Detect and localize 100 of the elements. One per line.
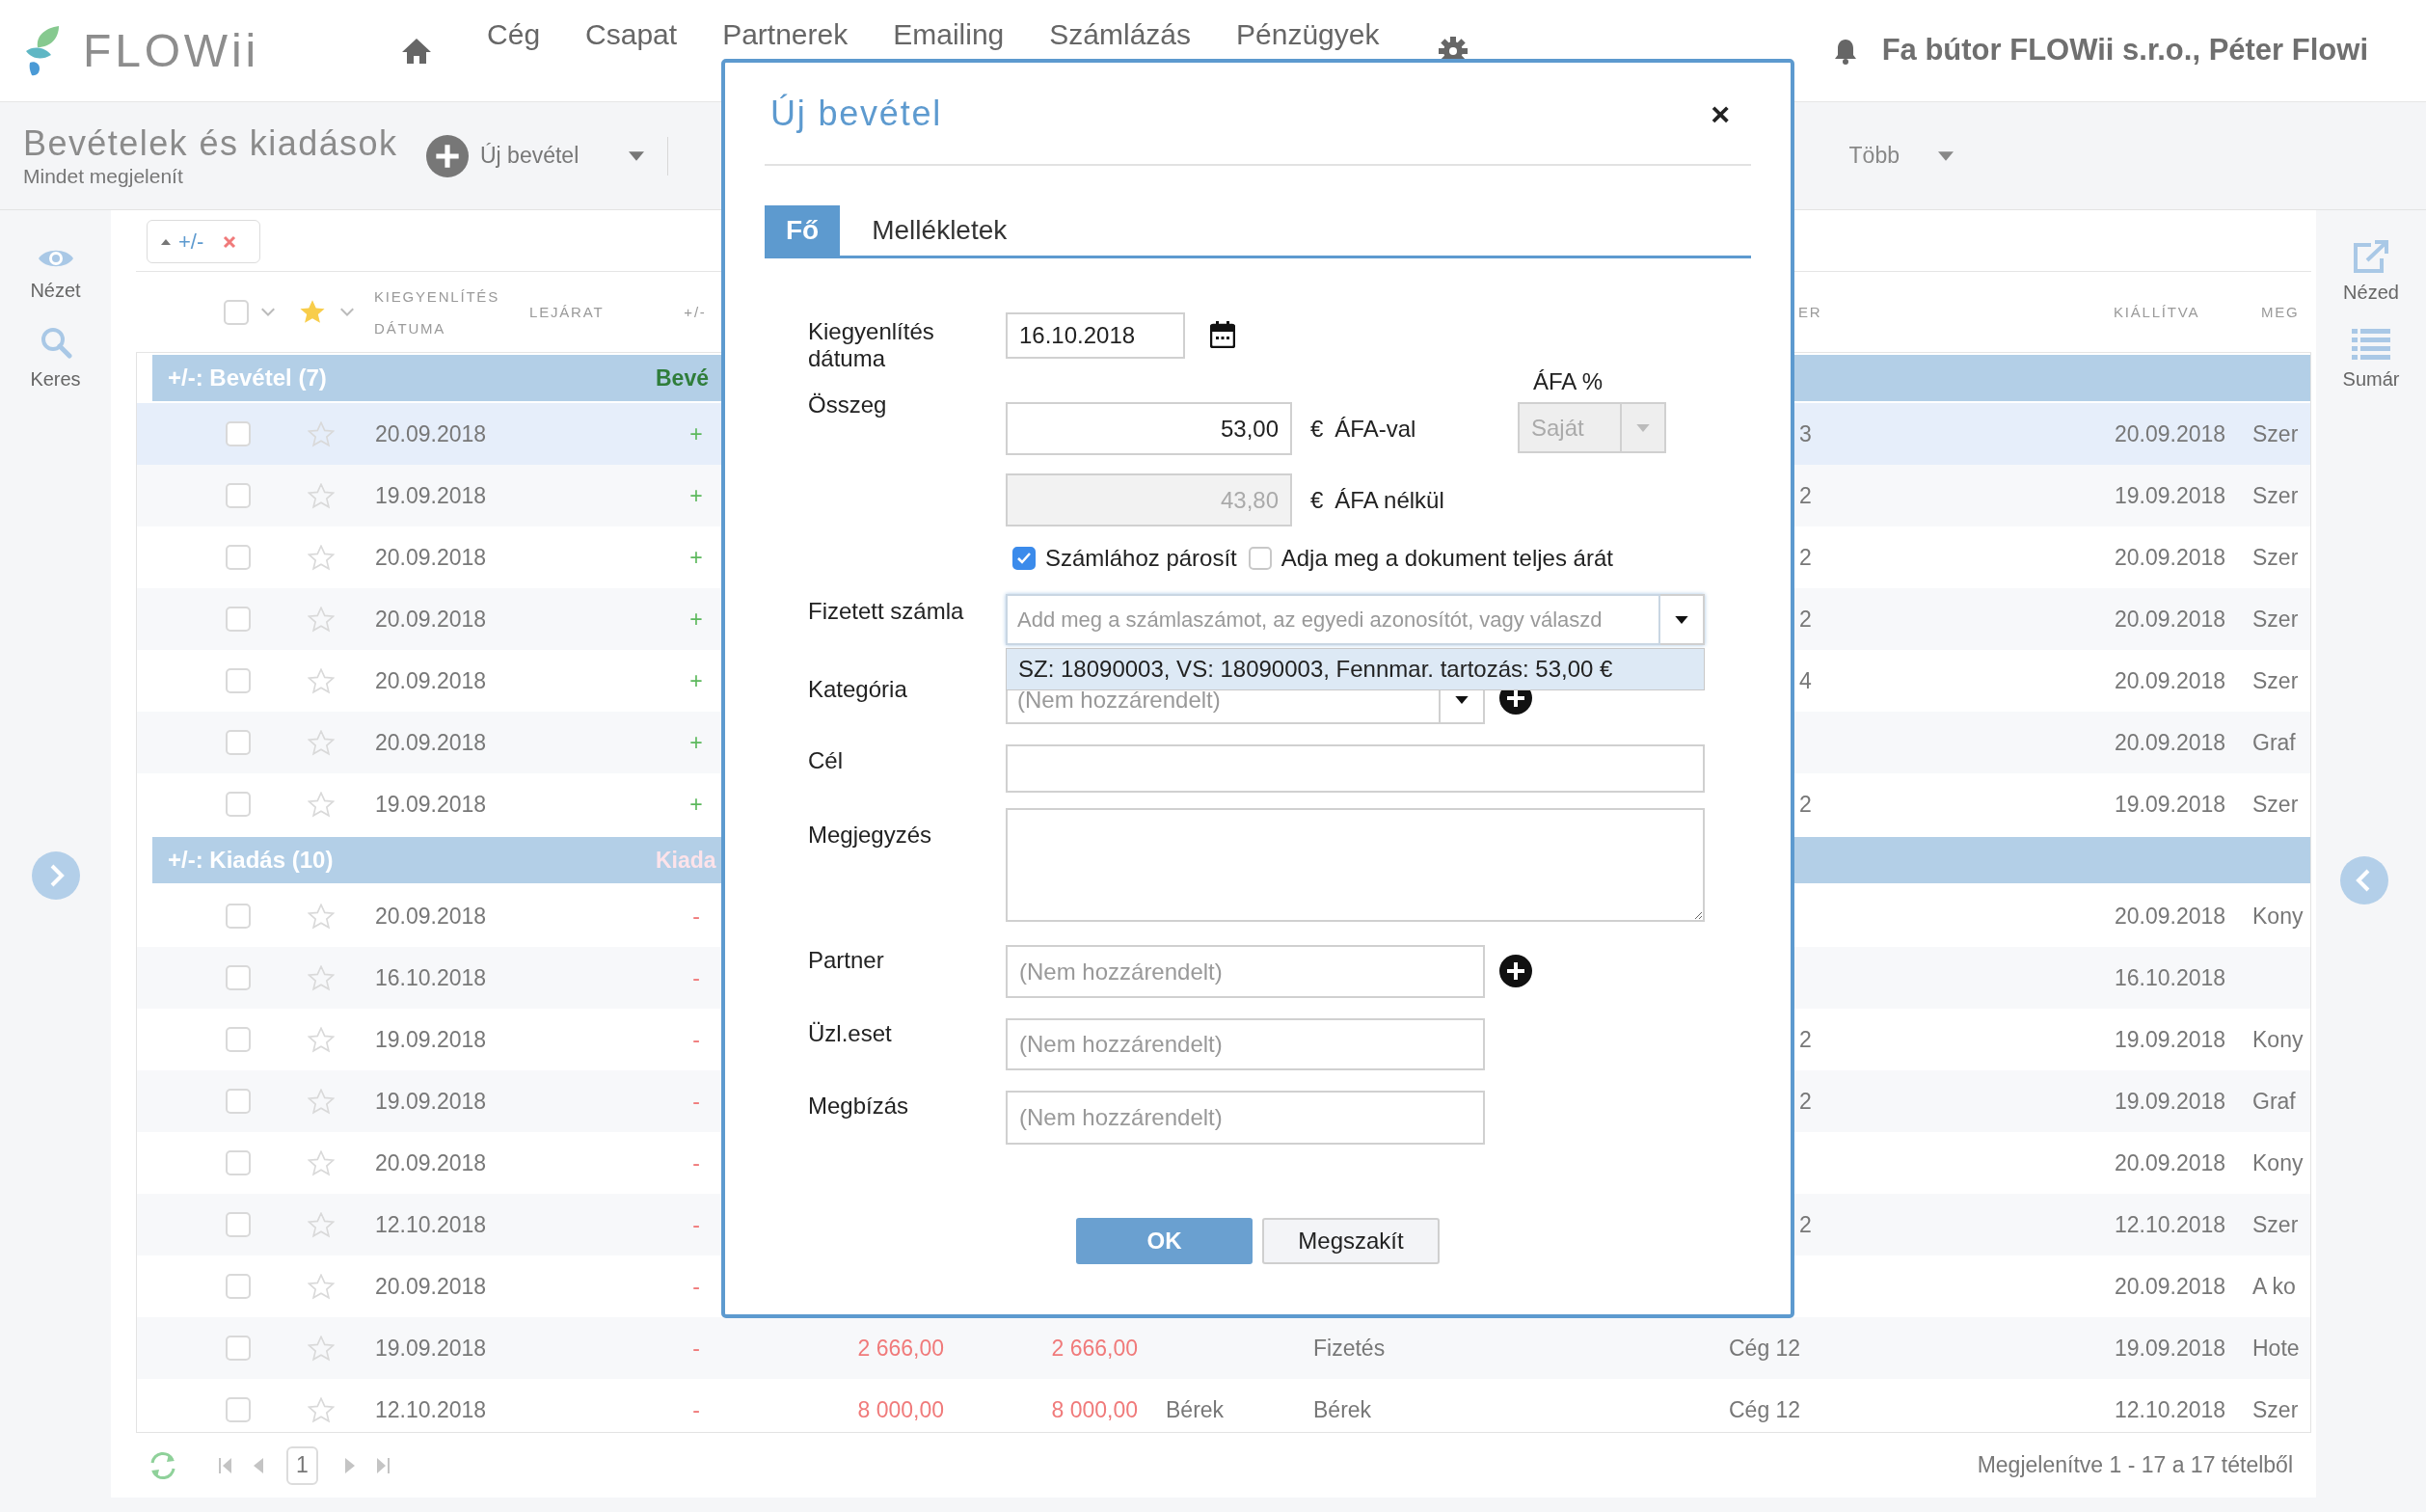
table-cell: 19.09.2018 bbox=[2115, 1088, 2226, 1114]
vat-label: ÁFA % bbox=[1533, 368, 1604, 395]
currency-label: € bbox=[1310, 414, 1324, 444]
sign-cell-text: - bbox=[692, 1025, 700, 1054]
table-cell: Fizetés bbox=[1313, 1335, 1386, 1361]
table-cell: Szer bbox=[2252, 420, 2299, 446]
table-cell: 19.09.2018 bbox=[375, 1026, 487, 1052]
table-cell: 12.10.2018 bbox=[2115, 1396, 2226, 1422]
table-cell: Szer bbox=[2252, 1211, 2299, 1237]
table-cell: Graf bbox=[2252, 1088, 2296, 1114]
table-cell: 20.09.2018 bbox=[2115, 667, 2226, 693]
table-cell: 19.09.2018 bbox=[2115, 791, 2226, 817]
field-label: Üzl.eset bbox=[808, 1020, 893, 1047]
table-cell: 2 bbox=[1799, 1088, 1812, 1114]
table-cell: 20.09.2018 bbox=[2115, 903, 2226, 929]
field-label: Cél bbox=[808, 747, 844, 774]
table-cell: Kony bbox=[2252, 903, 2304, 929]
table-cell: 2 bbox=[1799, 544, 1812, 570]
dialog-title: Új bevétel bbox=[770, 92, 943, 135]
table-cell: 12.10.2018 bbox=[375, 1211, 487, 1237]
table-cell: 19.09.2018 bbox=[2115, 482, 2226, 508]
table-cell: 3 bbox=[1799, 420, 1812, 446]
table-cell: 12.10.2018 bbox=[2115, 1211, 2226, 1237]
table-cell: 2 bbox=[1799, 1026, 1812, 1052]
table-cell: 20.09.2018 bbox=[375, 1273, 487, 1299]
table-cell: Szer bbox=[2252, 606, 2299, 632]
table-cell: Cég 12 bbox=[1729, 1396, 1801, 1422]
table-cell: 20.09.2018 bbox=[375, 729, 487, 755]
filter-label: +/- bbox=[178, 229, 204, 256]
table-cell: 19.09.2018 bbox=[2115, 1335, 2226, 1361]
table-cell: A ko bbox=[2252, 1273, 2296, 1299]
table-cell: 2 bbox=[1799, 791, 1812, 817]
table-cell: Cég 12 bbox=[1729, 1335, 1801, 1361]
group-total: Bevé bbox=[656, 364, 709, 392]
table-cell: Kony bbox=[2252, 1149, 2304, 1175]
table-cell: 20.09.2018 bbox=[375, 606, 487, 632]
sign-cell-text: + bbox=[689, 666, 703, 695]
table-cell: 4 bbox=[1799, 667, 1812, 693]
table-cell: Szer bbox=[2252, 482, 2299, 508]
currency-label: € bbox=[1310, 485, 1324, 515]
record-count: Megjelenítve 1 - 17 a 17 tételből bbox=[1977, 1451, 2293, 1480]
sign-cell-text: - bbox=[692, 902, 700, 931]
table-cell: 20.09.2018 bbox=[375, 1149, 487, 1175]
table-cell: Szer bbox=[2252, 1396, 2299, 1422]
amount-type-label: ÁFA nélkül bbox=[1334, 485, 1444, 515]
table-cell: 20.09.2018 bbox=[2115, 606, 2226, 632]
table-cell: 16.10.2018 bbox=[2115, 964, 2226, 990]
amount-cell: 8 000,00 bbox=[857, 1396, 944, 1422]
field-label: Megbízás bbox=[808, 1093, 910, 1120]
table-cell: 19.09.2018 bbox=[2115, 1026, 2226, 1052]
table-cell: Graf bbox=[2252, 729, 2296, 755]
sign-cell-text: - bbox=[692, 1210, 700, 1239]
logo-text: FLOWii bbox=[83, 27, 260, 74]
group-label: +/-: Kiadás (10) bbox=[168, 847, 334, 873]
sign-cell-text: + bbox=[689, 481, 703, 510]
sign-cell-text: + bbox=[689, 543, 703, 572]
table-cell: 20.09.2018 bbox=[2115, 1149, 2226, 1175]
table-cell: Szer bbox=[2252, 544, 2299, 570]
sign-cell-text: - bbox=[692, 1395, 700, 1424]
net-amount-field: 43,80 bbox=[1006, 473, 1292, 526]
table-cell: Szer bbox=[2252, 791, 2299, 817]
amount-cell: 2 666,00 bbox=[857, 1335, 944, 1361]
table-cell: 20.09.2018 bbox=[2115, 420, 2226, 446]
sign-cell-text: + bbox=[689, 419, 703, 448]
group-label: +/-: Bevétel (7) bbox=[168, 364, 327, 391]
table-cell: 19.09.2018 bbox=[375, 791, 487, 817]
table-cell: 20.09.2018 bbox=[375, 903, 487, 929]
group-total: Kiada bbox=[656, 846, 716, 875]
page-title: Bevételek és kiadások bbox=[23, 122, 399, 164]
table-cell: 20.09.2018 bbox=[2115, 544, 2226, 570]
sign-cell-text: - bbox=[692, 963, 700, 992]
sign-cell-text: - bbox=[692, 1334, 700, 1363]
table-cell: 2 bbox=[1799, 606, 1812, 632]
amount-cell: 8 000,00 bbox=[1051, 1396, 1138, 1422]
table-cell: 20.09.2018 bbox=[2115, 729, 2226, 755]
sign-cell-text: - bbox=[692, 1087, 700, 1116]
sign-cell-text: + bbox=[689, 605, 703, 634]
sign-cell-text: + bbox=[689, 728, 703, 757]
sign-cell-text: + bbox=[689, 790, 703, 819]
table-cell: 12.10.2018 bbox=[375, 1396, 487, 1422]
table-cell: Bérek bbox=[1313, 1396, 1372, 1422]
field-label: Kiegyenlítés dátuma bbox=[808, 318, 935, 372]
table-cell: 2 bbox=[1799, 1211, 1812, 1237]
table-cell: 20.09.2018 bbox=[2115, 1273, 2226, 1299]
table-cell: Hote bbox=[2252, 1335, 2300, 1361]
table-cell: 20.09.2018 bbox=[375, 420, 487, 446]
table-cell: 20.09.2018 bbox=[375, 667, 487, 693]
table-cell: 2 bbox=[1799, 482, 1812, 508]
table-cell: 16.10.2018 bbox=[375, 964, 487, 990]
table-cell: Kony bbox=[2252, 1026, 2304, 1052]
table-cell: 19.09.2018 bbox=[375, 482, 487, 508]
table-cell: Szer bbox=[2252, 667, 2299, 693]
sign-cell-text: - bbox=[692, 1148, 700, 1177]
amount-type-label: ÁFA-val bbox=[1334, 414, 1416, 444]
sign-cell-text: - bbox=[692, 1272, 700, 1301]
table-cell: 19.09.2018 bbox=[375, 1088, 487, 1114]
amount-cell: 2 666,00 bbox=[1051, 1335, 1138, 1361]
field-label: Kategória bbox=[808, 676, 908, 703]
field-label: Fizetett számla bbox=[808, 598, 965, 625]
field-label: Partner bbox=[808, 947, 885, 974]
